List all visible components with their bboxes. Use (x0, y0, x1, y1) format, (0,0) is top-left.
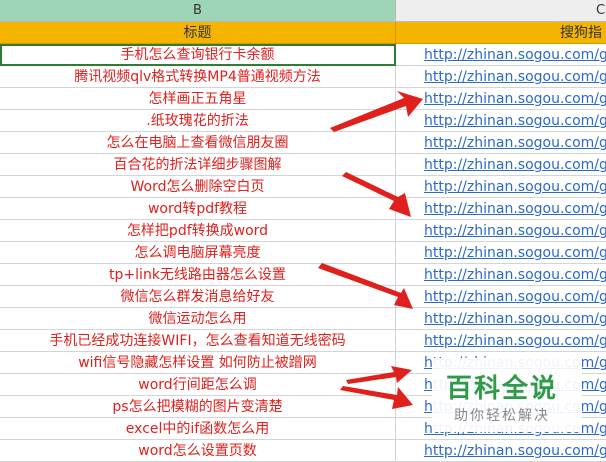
title-cell[interactable]: 百合花的折法详细步骤图解 (0, 154, 396, 176)
link-cell[interactable]: http://zhinan.sogou.com/gu (396, 198, 606, 220)
header-link-cell[interactable]: 搜狗指 (396, 22, 606, 44)
table-row: Word怎么删除空白页 http://zhinan.sogou.com/gu (0, 176, 606, 198)
table-row: 手机怎么查询银行卡余额 http://zhinan.sogou.com/gu (0, 44, 606, 66)
link-cell[interactable]: http://zhinan.sogou.com/gu (396, 242, 606, 264)
table-row: 怎样画正五角星 http://zhinan.sogou.com/gu (0, 88, 606, 110)
link-cell[interactable]: http://zhinan.sogou.com/gu (396, 440, 606, 462)
link-cell[interactable]: http://zhinan.sogou.com/gu (396, 154, 606, 176)
title-cell[interactable]: ps怎么把模糊的图片变清楚 (0, 396, 396, 418)
link-cell[interactable]: http://zhinan.sogou.com/gu (396, 264, 606, 286)
link-cell[interactable]: http://zhinan.sogou.com/gu (396, 66, 606, 88)
table-row: 怎么在电脑上查看微信朋友圈 http://zhinan.sogou.com/gu (0, 132, 606, 154)
title-cell[interactable]: word行间距怎么调 (0, 374, 396, 396)
column-header-c[interactable]: C (396, 0, 606, 22)
title-cell[interactable]: word转pdf教程 (0, 198, 396, 220)
link-cell[interactable]: http://zhinan.sogou.com/gu (396, 88, 606, 110)
spreadsheet: B C 标题 搜狗指 手机怎么查询银行卡余额 http://zhinan.sogo… (0, 0, 606, 462)
table-row: word怎么设置页数 http://zhinan.sogou.com/gu (0, 440, 606, 462)
title-cell[interactable]: excel中的if函数怎么用 (0, 418, 396, 440)
table-row: 微信运动怎么用 http://zhinan.sogou.com/gu (0, 308, 606, 330)
title-cell[interactable]: 手机怎么查询银行卡余额 (0, 44, 396, 66)
title-cell[interactable]: 怎么在电脑上查看微信朋友圈 (0, 132, 396, 154)
title-cell[interactable]: 腾讯视频qlv格式转换MP4普通视频方法 (0, 66, 396, 88)
title-cell[interactable]: .纸玫瑰花的折法 (0, 110, 396, 132)
watermark-logo: 百科全说 助你轻松解决 (432, 358, 582, 432)
table-row: 怎样把pdf转换成word http://zhinan.sogou.com/gu (0, 220, 606, 242)
column-header-bar: B C (0, 0, 606, 22)
table-row: 腾讯视频qlv格式转换MP4普通视频方法 http://zhinan.sogou.… (0, 66, 606, 88)
link-cell[interactable]: http://zhinan.sogou.com/gu (396, 308, 606, 330)
table-row: 怎么调电脑屏幕亮度 http://zhinan.sogou.com/gu (0, 242, 606, 264)
link-cell[interactable]: http://zhinan.sogou.com/gu (396, 220, 606, 242)
title-cell[interactable]: 微信运动怎么用 (0, 308, 396, 330)
title-cell[interactable]: wifi信号隐藏怎样设置 如何防止被蹭网 (0, 352, 396, 374)
title-cell[interactable]: Word怎么删除空白页 (0, 176, 396, 198)
title-cell[interactable]: 手机已经成功连接WIFI，怎么查看知道无线密码 (0, 330, 396, 352)
title-cell[interactable]: tp+link无线路由器怎么设置 (0, 264, 396, 286)
title-cell[interactable]: word怎么设置页数 (0, 440, 396, 462)
table-row: 微信怎么群发消息给好友 http://zhinan.sogou.com/gu (0, 286, 606, 308)
table-row: 手机已经成功连接WIFI，怎么查看知道无线密码 http://zhinan.sog… (0, 330, 606, 352)
link-cell[interactable]: http://zhinan.sogou.com/gu (396, 132, 606, 154)
title-cell[interactable]: 怎样画正五角星 (0, 88, 396, 110)
table-row: 百合花的折法详细步骤图解 http://zhinan.sogou.com/gu (0, 154, 606, 176)
header-row: 标题 搜狗指 (0, 22, 606, 44)
title-cell[interactable]: 微信怎么群发消息给好友 (0, 286, 396, 308)
title-cell[interactable]: 怎样把pdf转换成word (0, 220, 396, 242)
title-cell[interactable]: 怎么调电脑屏幕亮度 (0, 242, 396, 264)
link-cell[interactable]: http://zhinan.sogou.com/gu (396, 330, 606, 352)
table-row: tp+link无线路由器怎么设置 http://zhinan.sogou.com/… (0, 264, 606, 286)
link-cell[interactable]: http://zhinan.sogou.com/gu (396, 176, 606, 198)
header-title-cell[interactable]: 标题 (0, 22, 396, 44)
table-row: .纸玫瑰花的折法 http://zhinan.sogou.com/gu (0, 110, 606, 132)
table-row: word转pdf教程 http://zhinan.sogou.com/gu (0, 198, 606, 220)
watermark-subtitle: 助你轻松解决 (454, 408, 550, 424)
link-cell[interactable]: http://zhinan.sogou.com/gu (396, 110, 606, 132)
link-cell[interactable]: http://zhinan.sogou.com/gu (396, 286, 606, 308)
watermark-title: 百科全说 (446, 374, 559, 404)
link-cell[interactable]: http://zhinan.sogou.com/gu (396, 44, 606, 66)
column-header-b[interactable]: B (0, 0, 396, 22)
